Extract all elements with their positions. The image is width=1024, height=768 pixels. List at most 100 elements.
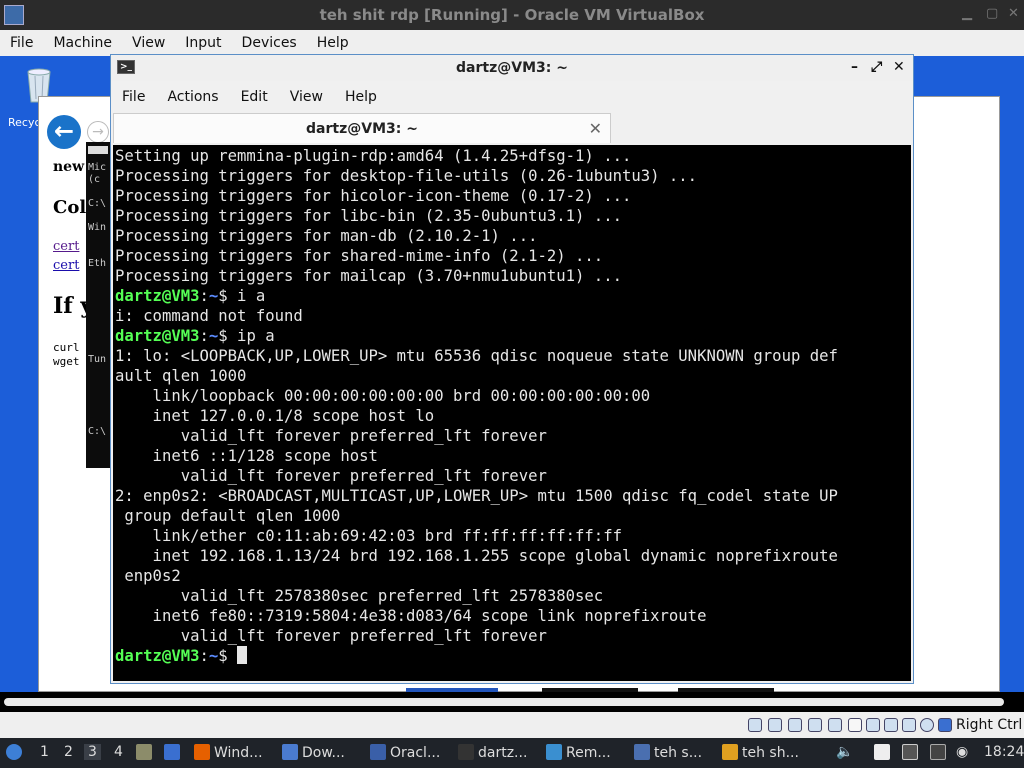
volume-icon[interactable]: 🔈 (836, 744, 853, 760)
minimize-icon[interactable]: ▁ (962, 6, 972, 21)
taskbar-item-remmina[interactable]: Rem... (546, 744, 611, 761)
network-icon[interactable] (808, 718, 822, 732)
hard-disk-icon[interactable] (748, 718, 762, 732)
vbox-statusbar: Right Ctrl (0, 712, 1024, 738)
power-icon[interactable]: ◉ (956, 744, 968, 760)
prompt-user: dartz@VM3 (115, 327, 200, 345)
page-link-cert-1[interactable]: cert (53, 239, 79, 254)
clipboard-icon[interactable] (874, 744, 894, 761)
audio-icon[interactable] (788, 718, 802, 732)
taskbar-item-terminal[interactable]: dartz... (458, 744, 527, 761)
folder-icon (282, 744, 298, 760)
terminal-output-line: Processing triggers for hicolor-icon-the… (115, 187, 632, 205)
workspace-4[interactable]: 4 (114, 744, 123, 760)
guest-tab-indicator (678, 688, 774, 692)
show-desktop-icon[interactable] (136, 744, 156, 761)
bluetooth-icon[interactable] (930, 744, 950, 761)
guest-tab-indicator (406, 688, 498, 692)
guest-horizontal-scrollbar[interactable] (0, 692, 1024, 712)
taskbar-item-label: Wind... (214, 745, 263, 761)
recording-icon[interactable] (884, 718, 898, 732)
tab-close-icon[interactable]: ✕ (589, 114, 602, 144)
file-manager-icon[interactable] (164, 744, 184, 761)
taskbar-item-virtualbox[interactable]: Oracl... (370, 744, 440, 761)
taskbar-item-folder[interactable]: Dow... (282, 744, 345, 761)
virtualbox-icon (4, 5, 24, 25)
terminal-tab[interactable]: dartz@VM3: ~ ✕ (113, 113, 611, 143)
cmd-line: C:\ (88, 198, 107, 209)
workspace-3[interactable]: 3 (84, 744, 101, 760)
optical-drive-icon[interactable] (768, 718, 782, 732)
terminal-window[interactable]: >_ dartz@VM3: ~ – ⤢ ✕ File Actions Edit … (110, 54, 914, 684)
page-heading-col: Col (53, 197, 87, 218)
guest-tab-indicator (542, 688, 638, 692)
vbox-menu-devices[interactable]: Devices (232, 35, 307, 51)
taskbar-item-label: dartz... (478, 745, 528, 761)
terminal-output-line: valid_lft forever preferred_lft forever (115, 427, 547, 445)
keyboard-capture-icon[interactable] (938, 718, 952, 732)
taskbar-item-gear[interactable]: teh sh... (722, 744, 799, 761)
gear-icon (722, 744, 738, 760)
taskbar-item-label: Dow... (302, 745, 345, 761)
guest-cmd-window: Mic (c C:\ Win Eth Tun C:\ (86, 142, 110, 468)
vbox-window-title: teh shit rdp [Running] - Oracle VM Virtu… (319, 6, 705, 24)
terminal-output-line: inet6 ::1/128 scope host (115, 447, 378, 465)
close-icon[interactable]: ✕ (893, 59, 905, 75)
taskbar-item-windows-server[interactable]: teh s... (634, 744, 702, 761)
firefox-icon (194, 744, 210, 760)
terminal-output-line: Processing triggers for mailcap (3.70+nm… (115, 267, 622, 285)
minimize-icon[interactable]: – (851, 59, 858, 75)
forward-arrow-icon[interactable]: → (87, 121, 109, 143)
prompt-path: ~ (208, 287, 219, 305)
prompt-path: ~ (208, 327, 219, 345)
vbox-menu-file[interactable]: File (0, 35, 43, 51)
terminal-output-line: inet 127.0.0.1/8 scope host lo (115, 407, 435, 425)
terminal-menu-actions[interactable]: Actions (156, 89, 229, 105)
terminal-output-line: Processing triggers for desktop-file-uti… (115, 167, 698, 185)
prompt-user: dartz@VM3 (115, 287, 200, 305)
shared-folders-icon[interactable] (848, 718, 862, 732)
back-arrow-icon[interactable]: ← (47, 115, 81, 149)
prompt-command: $ ip a (218, 327, 275, 345)
workspace-1[interactable]: 1 (40, 744, 49, 760)
terminal-menu-view[interactable]: View (279, 89, 334, 105)
taskbar-item-label: teh s... (654, 745, 703, 761)
maximize-icon[interactable]: ⤢ (871, 59, 882, 75)
terminal-titlebar: >_ dartz@VM3: ~ – ⤢ ✕ (111, 55, 913, 81)
taskbar-item-label: Oracl... (390, 745, 441, 761)
page-code-curl: curl (53, 341, 80, 354)
prompt-user: dartz@VM3 (115, 647, 200, 665)
terminal-output-line: Setting up remmina-plugin-rdp:amd64 (1.4… (115, 147, 632, 165)
vbox-menu-view[interactable]: View (122, 35, 175, 51)
terminal-output[interactable]: Setting up remmina-plugin-rdp:amd64 (1.4… (113, 145, 911, 681)
cpu-icon[interactable] (902, 718, 916, 732)
host-key-label: Right Ctrl (956, 717, 1023, 733)
scrollbar-thumb[interactable] (4, 698, 1004, 706)
clock[interactable]: 18:24 (984, 744, 1024, 760)
terminal-output-line: i: command not found (115, 307, 303, 325)
cmd-line: Mic (88, 162, 107, 173)
terminal-output-line: inet 192.168.1.13/24 brd 192.168.1.255 s… (115, 547, 838, 565)
app-menu-icon[interactable] (6, 744, 26, 761)
display-icon[interactable] (866, 718, 880, 732)
cmd-line: (c (88, 174, 101, 185)
terminal-menu-help[interactable]: Help (334, 89, 388, 105)
taskbar-item-label: Rem... (566, 745, 611, 761)
terminal-menu-edit[interactable]: Edit (230, 89, 279, 105)
display-tray-icon[interactable] (902, 744, 922, 761)
terminal-menu-file[interactable]: File (111, 89, 156, 105)
close-icon[interactable]: ✕ (1008, 6, 1019, 21)
vbox-menu-machine[interactable]: Machine (43, 35, 122, 51)
host-taskbar: 1 2 3 4 Wind... Dow... Oracl... dartz... Rem… (0, 738, 1024, 768)
workspace-2[interactable]: 2 (64, 744, 73, 760)
vbox-menu-help[interactable]: Help (307, 35, 359, 51)
vbox-menu-input[interactable]: Input (175, 35, 231, 51)
cmd-line: C:\ (88, 426, 107, 437)
cmd-line: Tun (88, 354, 107, 365)
page-link-cert-2[interactable]: cert (53, 258, 79, 273)
terminal-prompt-line: dartz@VM3:~$ i a (115, 287, 266, 305)
mouse-integration-icon[interactable] (920, 718, 934, 732)
taskbar-item-firefox[interactable]: Wind... (194, 744, 263, 761)
maximize-icon[interactable]: ▢ (986, 6, 998, 21)
usb-icon[interactable] (828, 718, 842, 732)
